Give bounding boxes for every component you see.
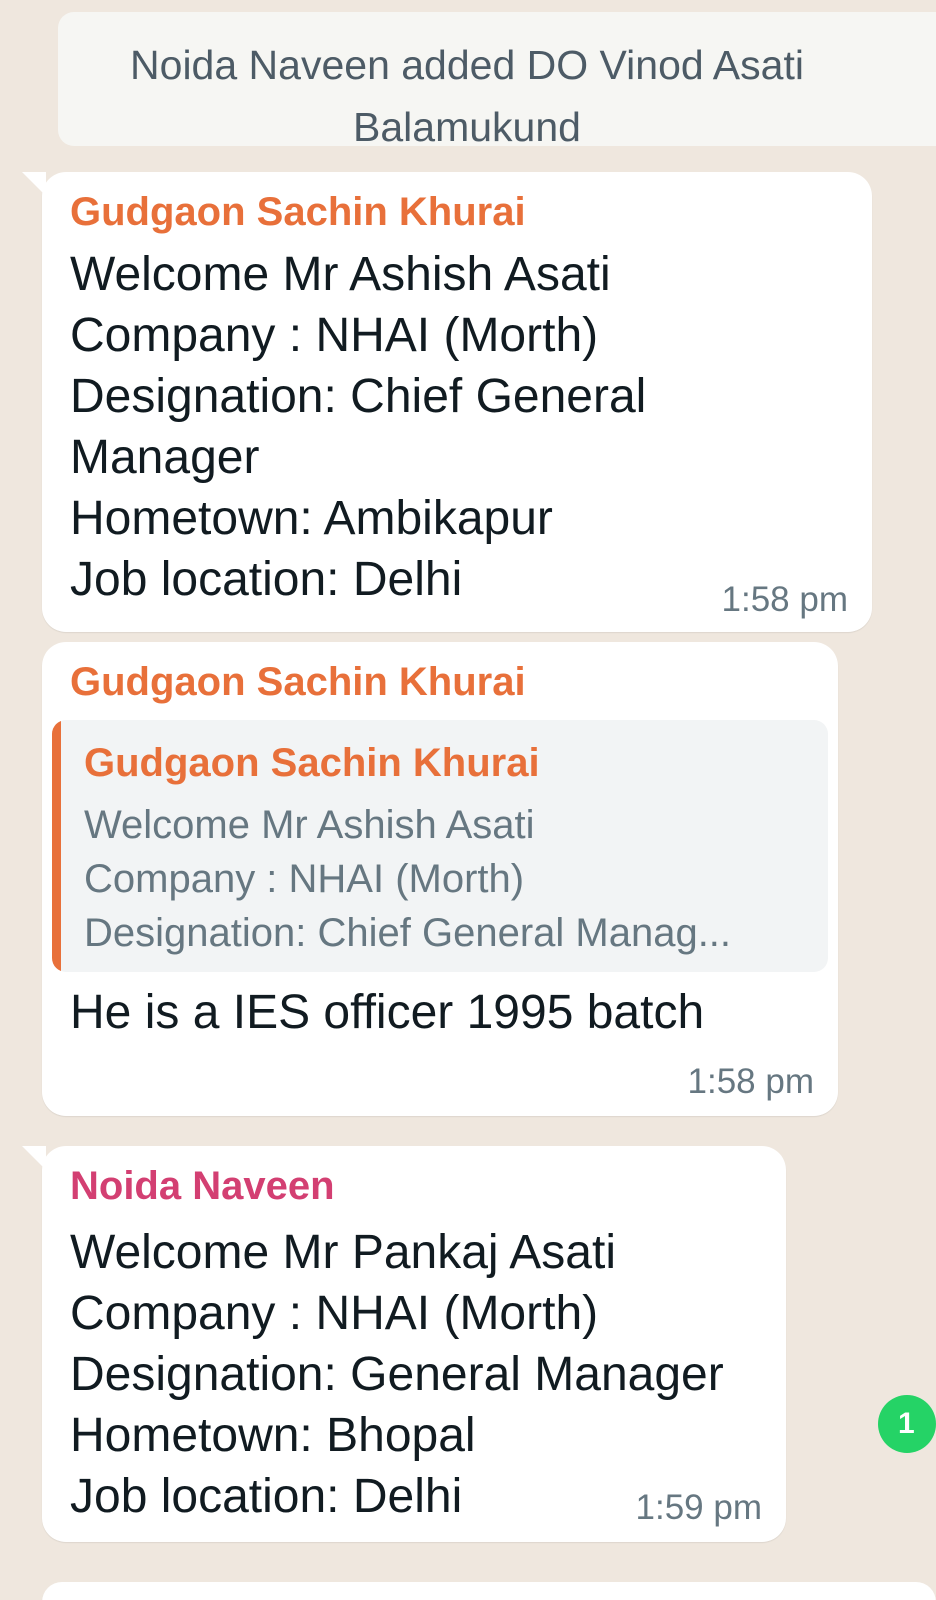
message-bubble[interactable]: Noida Naveen Welcome Mr Pankaj Asati Com… — [22, 1146, 786, 1542]
message-time: 1:59 pm — [635, 1488, 762, 1527]
quoted-line: Welcome Mr Ashish Asati — [84, 803, 535, 847]
message-time: 1:58 pm — [721, 580, 848, 619]
quoted-line: Designation: Chief General Manag... — [84, 911, 732, 955]
message-text: Welcome Mr Ashish Asati Company : NHAI (… — [70, 248, 647, 606]
message-bubble[interactable]: Gudgaon Sachin Khurai Welcome Mr Ashish … — [22, 172, 872, 632]
quoted-message[interactable]: Gudgaon Sachin Khurai Welcome Mr Ashish … — [52, 720, 828, 972]
message-text: He is a IES officer 1995 batch — [70, 986, 705, 1039]
system-message-line2: Balamukund — [353, 104, 581, 150]
system-message: Noida Naveen added DO Vinod Asati Balamu… — [58, 12, 936, 150]
message-sender[interactable]: Gudgaon Sachin Khurai — [70, 186, 526, 238]
message-bubble[interactable]: Gudgaon Sachin Khurai Gudgaon Sachin Khu… — [42, 642, 838, 1116]
message-bubble-partial[interactable] — [42, 1582, 936, 1600]
message-sender[interactable]: Noida Naveen — [70, 1160, 335, 1212]
message-time: 1:58 pm — [687, 1062, 814, 1101]
quote-accent-bar — [52, 720, 61, 972]
system-message-line1: Noida Naveen added DO Vinod Asati — [130, 42, 804, 88]
message-sender[interactable]: Gudgaon Sachin Khurai — [70, 656, 526, 708]
quoted-sender: Gudgaon Sachin Khurai — [84, 741, 540, 785]
message-text: Welcome Mr Pankaj Asati Company : NHAI (… — [70, 1226, 724, 1523]
quoted-line: Company : NHAI (Morth) — [84, 857, 525, 901]
unread-count-badge[interactable]: 1 — [878, 1395, 936, 1453]
